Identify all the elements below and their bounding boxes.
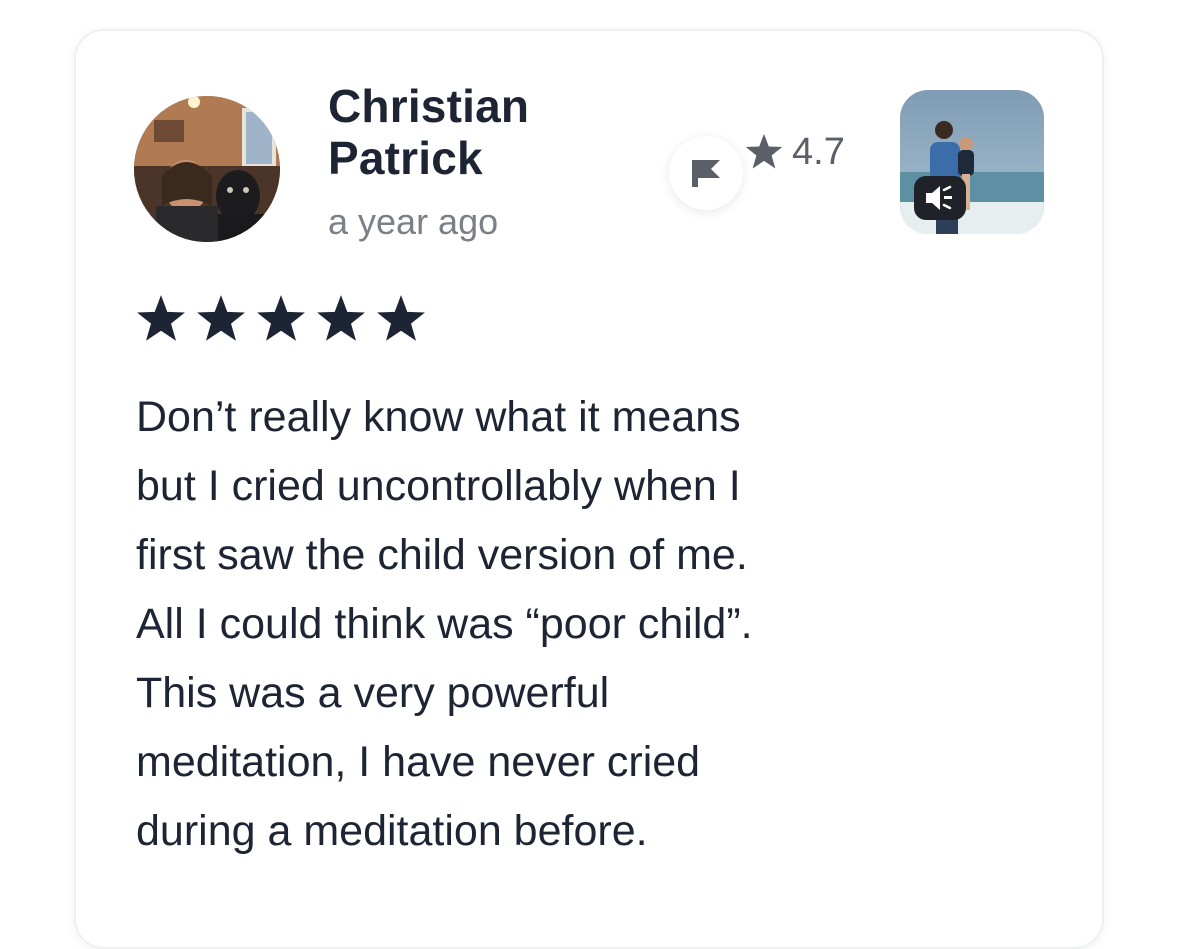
review-stars xyxy=(134,294,428,344)
report-flag-button[interactable] xyxy=(669,136,743,210)
star-icon xyxy=(137,295,185,341)
track-rating: 4.7 xyxy=(744,130,845,174)
review-timestamp: a year ago xyxy=(328,201,499,242)
review-text: Don’t really know what it means but I cr… xyxy=(136,393,753,855)
rating-value: 4.7 xyxy=(792,131,845,173)
track-thumbnail[interactable] xyxy=(900,90,1044,234)
flag-icon xyxy=(692,160,720,187)
audio-badge xyxy=(914,176,966,220)
star-icon xyxy=(745,133,783,169)
speaker-icon xyxy=(926,185,952,210)
star-icon xyxy=(257,295,305,341)
star-icon xyxy=(197,295,245,341)
author-name: Christian Patrick xyxy=(328,80,530,184)
avatar-photo xyxy=(134,96,280,242)
author-avatar[interactable] xyxy=(134,96,280,242)
star-icon xyxy=(317,295,365,341)
star-icon xyxy=(377,295,425,341)
